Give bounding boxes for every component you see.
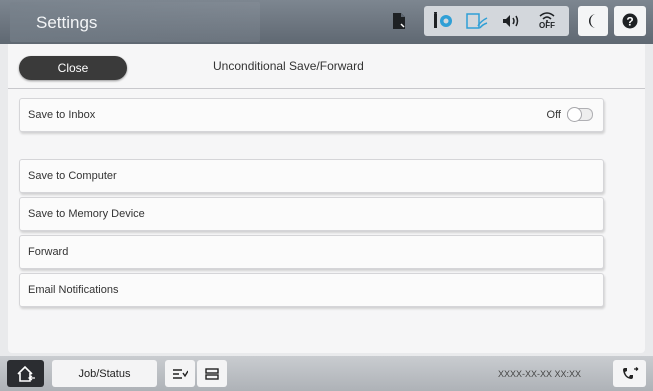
menu-item-forward[interactable]: Forward xyxy=(19,235,604,269)
fax-icon xyxy=(622,366,638,379)
home-icon xyxy=(16,365,35,382)
toggle-switch[interactable] xyxy=(567,107,593,122)
header-row: Close Unconditional Save/Forward xyxy=(8,44,645,89)
menu-item-label: Forward xyxy=(28,246,69,258)
help-icon[interactable]: ? xyxy=(614,6,646,36)
toggle-knob xyxy=(567,107,582,122)
fax-number: XXXX-XX-XX XX:XX xyxy=(498,369,582,379)
top-bar: Settings OFF ? xyxy=(0,0,653,44)
save-to-inbox-row[interactable]: Save to Inbox Off xyxy=(19,98,604,132)
job-status-button[interactable]: Job/Status xyxy=(52,360,157,387)
menu-item-save-to-memory-device[interactable]: Save to Memory Device xyxy=(19,197,604,231)
sleep-mode-icon[interactable] xyxy=(578,6,608,36)
close-button[interactable]: Close xyxy=(19,56,127,80)
printer-icon xyxy=(205,367,219,380)
home-button[interactable] xyxy=(7,360,44,387)
menu-item-label: Email Notifications xyxy=(28,284,119,296)
toggle-state-label: Off xyxy=(546,108,561,121)
content-panel: Close Unconditional Save/Forward Save to… xyxy=(8,44,645,353)
volume-icon[interactable] xyxy=(496,6,526,36)
paper-setting-icon[interactable] xyxy=(384,6,414,36)
save-to-inbox-toggle[interactable]: Off xyxy=(546,107,593,122)
menu-item-email-notifications[interactable]: Email Notifications xyxy=(19,273,604,307)
menu-item-label: Save to Computer xyxy=(28,170,117,182)
wifi-off-icon[interactable]: OFF xyxy=(530,6,564,36)
fax-data-button[interactable] xyxy=(613,360,646,387)
bottom-bar: Job/Status XXXX-XX-XX XX:XX xyxy=(0,356,653,391)
network-icon[interactable] xyxy=(462,6,492,36)
menu-item-label: Save to Memory Device xyxy=(28,208,145,220)
save-to-inbox-label: Save to Inbox xyxy=(28,109,96,121)
info-icon[interactable] xyxy=(428,6,458,36)
svg-text:?: ? xyxy=(626,15,633,29)
printer-status-button[interactable] xyxy=(197,360,227,387)
menu-item-save-to-computer[interactable]: Save to Computer xyxy=(19,159,604,193)
stop-button[interactable] xyxy=(165,360,195,387)
page-title: Settings xyxy=(36,13,98,32)
screen-title: Unconditional Save/Forward xyxy=(213,59,364,73)
wifi-off-text: OFF xyxy=(539,21,555,30)
job-list-icon xyxy=(173,368,188,379)
